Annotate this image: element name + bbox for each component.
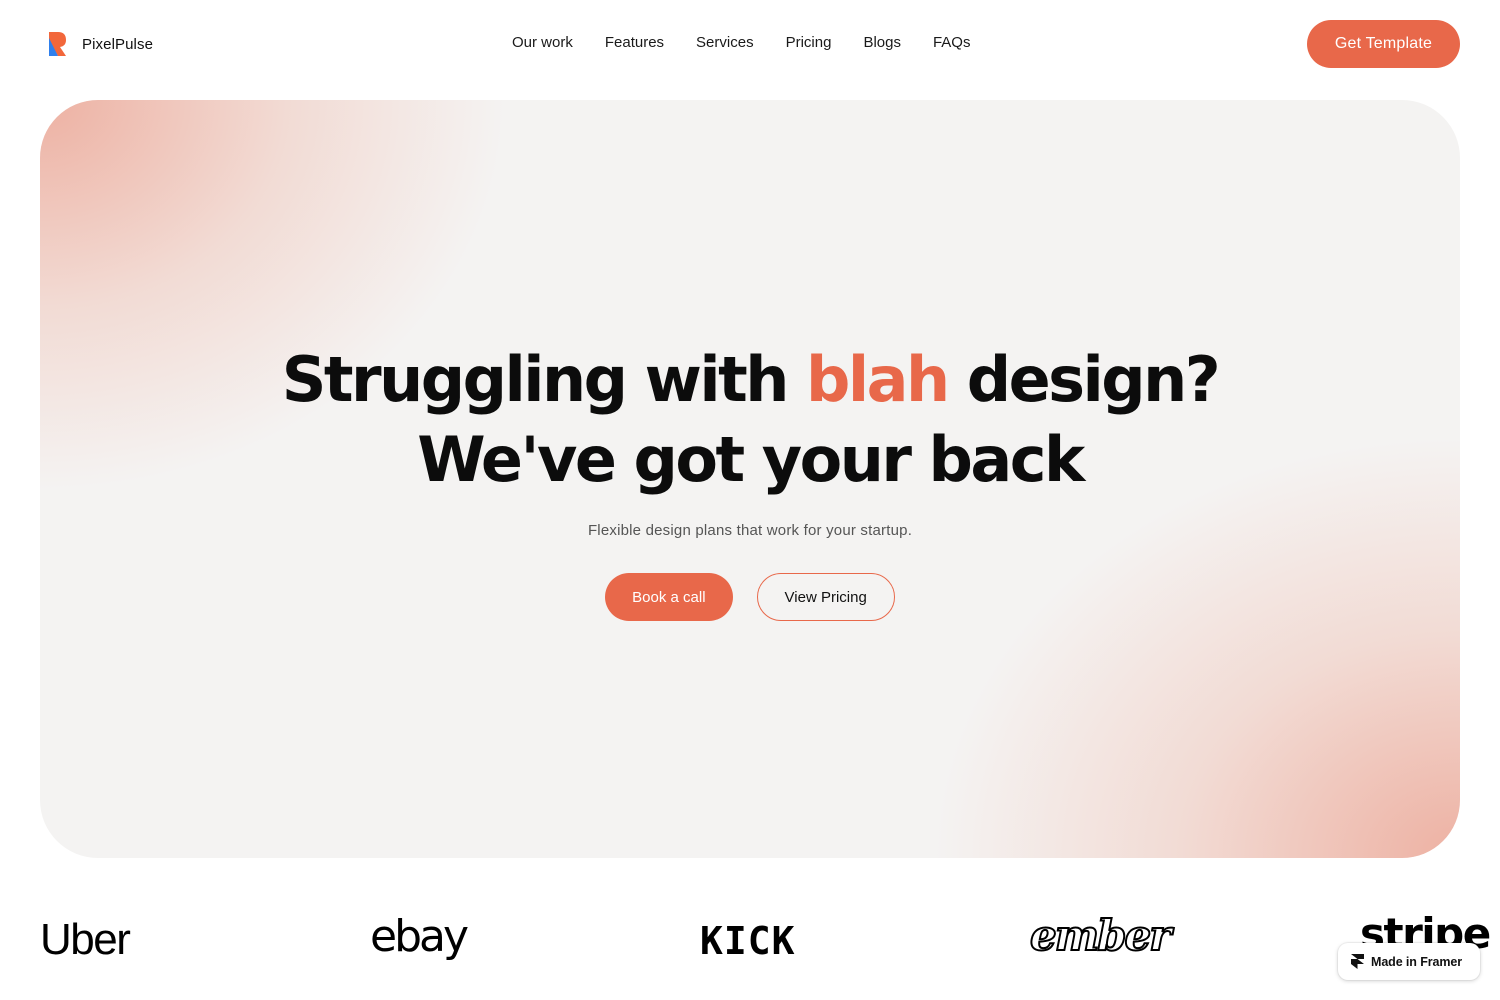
kick-logo: KICK bbox=[700, 919, 796, 963]
nav-item-features[interactable]: Features bbox=[589, 32, 680, 53]
ebay-logo: ebay bbox=[370, 911, 469, 962]
nav-item-faqs[interactable]: FAQs bbox=[917, 32, 987, 53]
nav-item-services[interactable]: Services bbox=[680, 32, 770, 53]
ember-logo: ember bbox=[1029, 910, 1172, 961]
uber-logo: Uber bbox=[40, 915, 131, 964]
main-menu: Our work Features Services Pricing Blogs… bbox=[496, 32, 986, 53]
brand-home-link[interactable]: PixelPulse bbox=[46, 30, 153, 58]
hero-actions: Book a call View Pricing bbox=[40, 573, 1460, 621]
get-template-button[interactable]: Get Template bbox=[1307, 20, 1460, 68]
nav-item-blogs[interactable]: Blogs bbox=[847, 32, 917, 53]
hero-title-accent: blah bbox=[806, 343, 950, 416]
brand-name: PixelPulse bbox=[82, 35, 154, 53]
pixelpulse-logo-icon bbox=[49, 32, 66, 56]
made-in-framer-badge[interactable]: Made in Framer bbox=[1338, 943, 1480, 980]
hero-section: Struggling with blah design? We've got y… bbox=[40, 100, 1460, 858]
made-in-framer-label: Made in Framer bbox=[1371, 954, 1462, 969]
hero-title-part2: design? bbox=[947, 343, 1221, 416]
book-a-call-button[interactable]: Book a call bbox=[605, 573, 733, 621]
top-navigation: PixelPulse Our work Features Services Pr… bbox=[0, 0, 1500, 88]
hero-content: Struggling with blah design? We've got y… bbox=[40, 340, 1460, 621]
nav-item-pricing[interactable]: Pricing bbox=[770, 32, 848, 53]
nav-item-our-work[interactable]: Our work bbox=[496, 32, 589, 53]
hero-title-part1: Struggling with bbox=[281, 343, 806, 416]
framer-icon bbox=[1351, 954, 1364, 969]
view-pricing-button[interactable]: View Pricing bbox=[756, 573, 895, 621]
hero-subtitle: Flexible design plans that work for your… bbox=[587, 522, 913, 539]
client-logos-strip: Uber ebay KICK ember stripe bbox=[40, 905, 1491, 975]
landing-page: PixelPulse Our work Features Services Pr… bbox=[0, 0, 1500, 1000]
hero-title: Struggling with blah design? We've got y… bbox=[40, 340, 1460, 500]
hero-title-line2: We've got your back bbox=[417, 423, 1085, 496]
